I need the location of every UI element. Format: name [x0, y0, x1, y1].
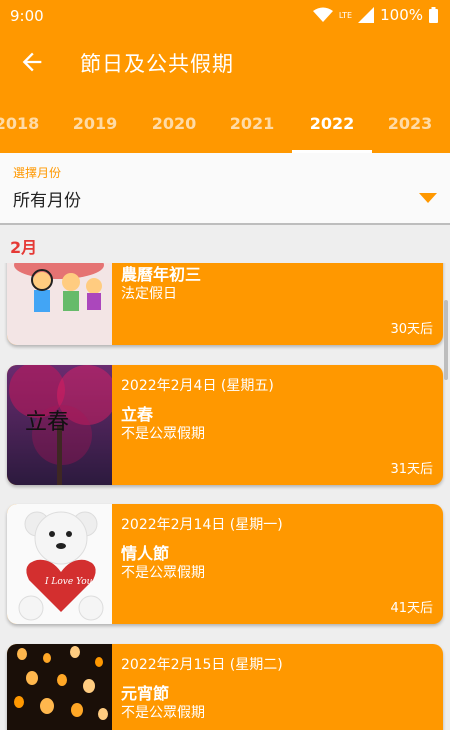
- signal-icon: [358, 7, 375, 23]
- tab-2022[interactable]: 2022: [292, 114, 372, 133]
- tab-2021[interactable]: 2021: [212, 114, 292, 133]
- back-arrow-icon[interactable]: [18, 48, 46, 76]
- tab-2018[interactable]: 2018: [0, 114, 57, 133]
- status-time: 9:00: [10, 7, 44, 25]
- page-title: 節日及公共假期: [80, 52, 234, 76]
- wifi-icon: [312, 7, 333, 22]
- holiday-list[interactable]: 農曆年初三 法定假日 30天后 立春 2022年2月4日 (星期五) 立春 不是…: [0, 263, 450, 730]
- month-filter[interactable]: 選擇月份 所有月份: [0, 153, 450, 225]
- holiday-date: 2022年2月4日 (星期五): [121, 378, 274, 394]
- month-header-label: 2月: [10, 238, 38, 257]
- holiday-card[interactable]: 農曆年初三 法定假日 30天后: [7, 263, 443, 345]
- days-remaining: 30天后: [390, 322, 433, 337]
- month-filter-label: 選擇月份: [13, 166, 62, 180]
- holiday-type: 不是公眾假期: [121, 426, 205, 442]
- holiday-card[interactable]: I Love You 2022年2月14日 (星期一) 情人節 不是公眾假期 4…: [7, 504, 443, 624]
- holiday-date: 2022年2月14日 (星期一): [121, 517, 283, 533]
- month-filter-value[interactable]: 所有月份: [13, 186, 81, 211]
- tab-2019[interactable]: 2019: [55, 114, 135, 133]
- tab-2023[interactable]: 2023: [370, 114, 450, 133]
- month-section-header: 2月: [0, 225, 450, 263]
- holiday-image-valentine: I Love You: [7, 504, 112, 624]
- holiday-image-new-year: [7, 263, 112, 345]
- holiday-name: 立春: [121, 405, 154, 424]
- holiday-name: 農曆年初三: [121, 265, 202, 284]
- dropdown-arrow-icon[interactable]: [419, 193, 437, 203]
- status-bar: 9:00 LTE 100%: [0, 0, 450, 32]
- holiday-date: 2022年2月15日 (星期二): [121, 657, 283, 673]
- holiday-type: 法定假日: [121, 286, 177, 302]
- list-scrollbar[interactable]: [444, 300, 448, 380]
- network-type-label: LTE: [338, 10, 353, 20]
- days-remaining: 41天后: [390, 601, 433, 616]
- holiday-name: 情人節: [121, 544, 170, 563]
- holiday-type: 不是公眾假期: [121, 565, 205, 581]
- spring-image-text: 立春: [25, 410, 69, 435]
- holiday-card[interactable]: 2022年2月15日 (星期二) 元宵節 不是公眾假期: [7, 644, 443, 730]
- valentine-image-text: I Love You: [44, 577, 93, 587]
- holiday-card[interactable]: 立春 2022年2月4日 (星期五) 立春 不是公眾假期 31天后: [7, 365, 443, 485]
- battery-icon: [429, 7, 438, 23]
- app-bar: 節日及公共假期: [0, 32, 450, 92]
- status-icons: LTE 100%: [312, 6, 438, 24]
- battery-percent: 100%: [380, 6, 423, 24]
- holiday-image-spring: 立春: [7, 365, 112, 485]
- days-remaining: 31天后: [390, 462, 433, 477]
- holiday-type: 不是公眾假期: [121, 705, 205, 721]
- holiday-image-lantern: [7, 644, 112, 730]
- holiday-name: 元宵節: [121, 684, 170, 703]
- year-tabs: 2018 2019 2020 2021 2022 2023: [0, 92, 450, 153]
- tab-2020[interactable]: 2020: [134, 114, 214, 133]
